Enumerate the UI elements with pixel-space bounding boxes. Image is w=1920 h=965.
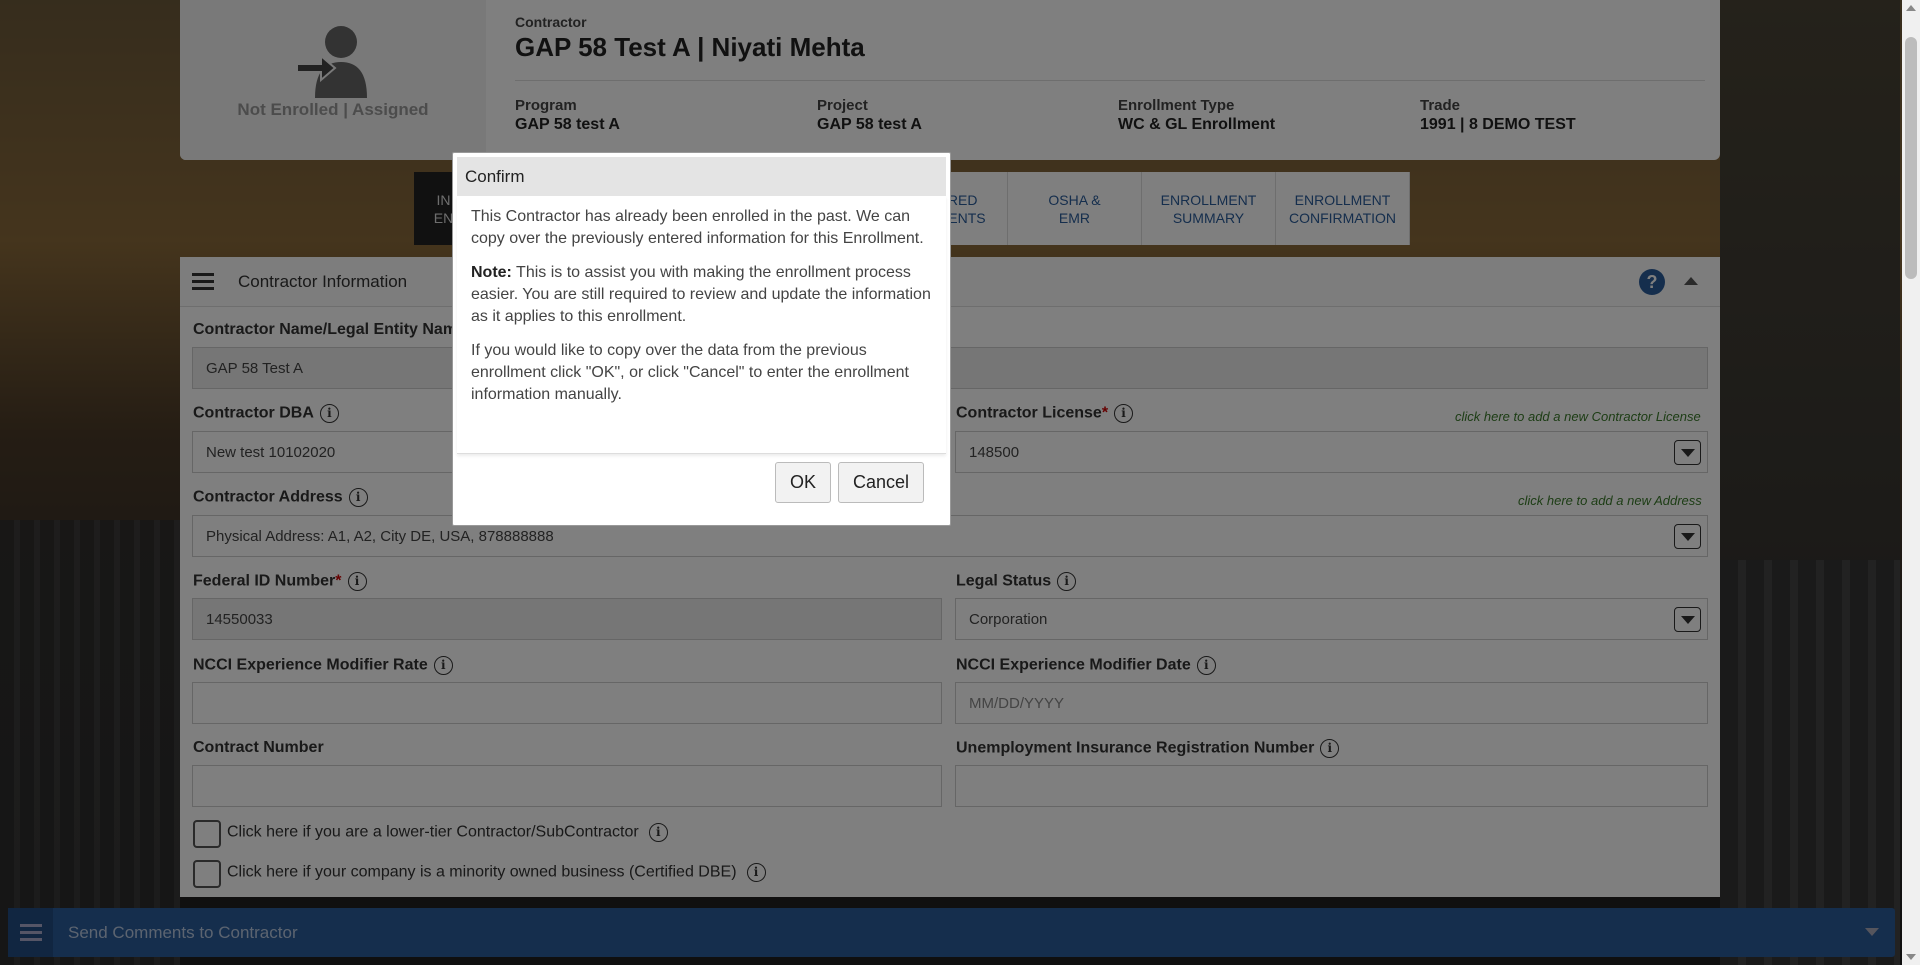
dialog-paragraph-3: If you would like to copy over the data … — [471, 342, 909, 403]
dialog-paragraph-2: Note: This is to assist you with making … — [471, 262, 932, 328]
note-text: This is to assist you with making the en… — [471, 264, 931, 325]
dialog-paragraph-1: This Contractor has already been enrolle… — [471, 208, 924, 247]
dialog-body: This Contractor has already been enrolle… — [457, 196, 946, 454]
page-scrollbar[interactable] — [1902, 0, 1920, 965]
ok-button[interactable]: OK — [775, 462, 831, 503]
scroll-down-arrow-icon[interactable] — [1906, 954, 1916, 960]
scroll-up-arrow-icon[interactable] — [1906, 5, 1916, 11]
cancel-button[interactable]: Cancel — [838, 462, 924, 503]
dialog-title: Confirm — [457, 157, 946, 196]
scrollbar-thumb[interactable] — [1905, 37, 1917, 279]
note-label: Note: — [471, 264, 512, 281]
confirm-dialog: Confirm This Contractor has already been… — [452, 152, 951, 526]
modal-overlay — [0, 0, 1902, 965]
